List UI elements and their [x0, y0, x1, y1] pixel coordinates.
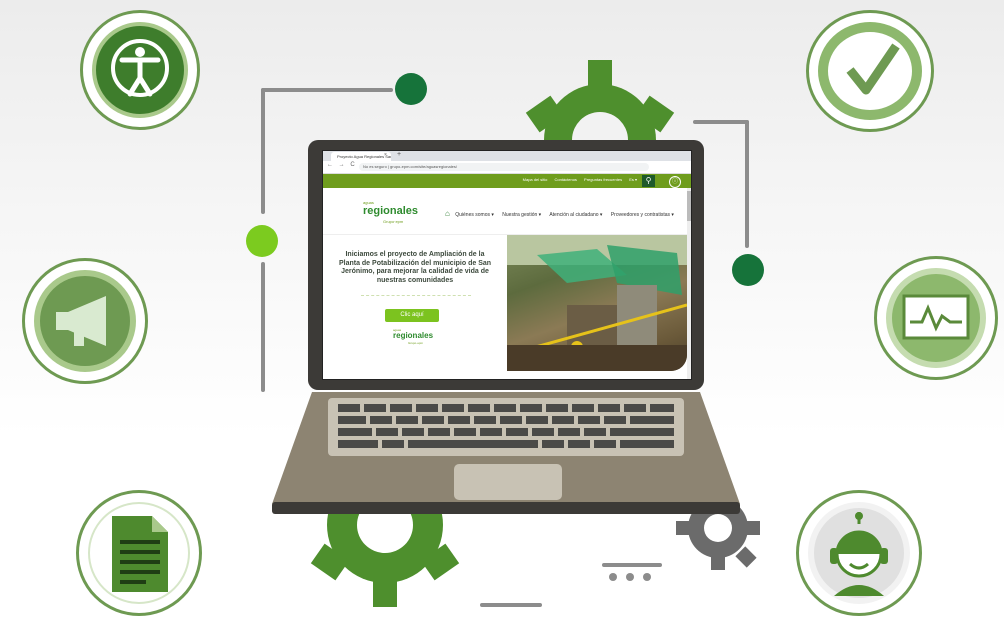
- menu-item-atencion-ciudadano[interactable]: Atención al ciudadano ▾: [549, 212, 602, 218]
- hero-logo-tagline: Grupo·epm: [408, 341, 424, 345]
- decor-dot: [732, 254, 764, 286]
- laptop-screen: Proyecto Agua Regionales San... × + ← → …: [322, 150, 692, 380]
- address-bar: ← → C No es seguro | grupo-epm.com/site/…: [323, 161, 691, 174]
- top-link[interactable]: Contáctenos: [554, 177, 576, 182]
- site-top-bar: Mapa del sitio Contáctenos Preguntas fre…: [323, 174, 691, 188]
- browser-tab[interactable]: Proyecto Agua Regionales San...: [331, 152, 391, 161]
- search-icon[interactable]: ⚲: [642, 175, 655, 187]
- decor-dot: [643, 573, 651, 581]
- accessibility-icon: [80, 10, 200, 130]
- connector-line: [261, 88, 393, 92]
- menu-item-quienes-somos[interactable]: Quiénes somos ▾: [455, 212, 494, 218]
- decor-dot: [246, 225, 278, 257]
- laptop-keyboard-base: [272, 392, 740, 514]
- hero-photo: [507, 235, 687, 371]
- main-menu: ⌂ Quiénes somos ▾ Nuestra gestión ▾ Aten…: [445, 209, 681, 218]
- site-header: aguas regionales Grupo·epm ⌂ Quiénes som…: [323, 188, 691, 235]
- browser-tab-bar: Proyecto Agua Regionales San... × +: [323, 151, 691, 161]
- menu-item-proveedores[interactable]: Proveedores y contratistas ▾: [611, 212, 674, 218]
- checkmark-icon: [806, 10, 934, 132]
- monitor-chart-icon: [874, 256, 998, 380]
- cta-button[interactable]: Clic aquí: [385, 309, 439, 322]
- connector-line: [745, 120, 749, 248]
- decor-dot: [395, 73, 427, 105]
- top-link[interactable]: Mapa del sitio: [523, 177, 548, 182]
- gear-icon: [310, 505, 460, 607]
- scrollbar-thumb[interactable]: [687, 191, 691, 221]
- home-icon[interactable]: ⌂: [445, 209, 450, 218]
- site-logo[interactable]: regionales: [363, 205, 418, 217]
- connector-line: [602, 563, 662, 567]
- document-icon: [76, 490, 202, 616]
- hero-panel: Iniciamos el proyecto de Ampliación de l…: [323, 235, 506, 379]
- new-tab-button[interactable]: +: [397, 151, 401, 158]
- nav-buttons[interactable]: ← → C: [327, 162, 357, 168]
- menu-item-nuestra-gestion[interactable]: Nuestra gestión ▾: [502, 212, 541, 218]
- accessibility-icon[interactable]: ⓘ: [669, 176, 681, 188]
- hero-title: Iniciamos el proyecto de Ampliación de l…: [338, 251, 492, 284]
- top-links: Mapa del sitio Contáctenos Preguntas fre…: [517, 177, 637, 182]
- logo-tagline: Grupo·epm: [383, 219, 404, 224]
- connector-line: [261, 88, 265, 214]
- connector-line: [480, 603, 542, 607]
- top-link[interactable]: Preguntas frecuentes: [584, 177, 622, 182]
- tab-close-icon[interactable]: ×: [384, 152, 387, 158]
- url-field[interactable]: No es seguro | grupo-epm.com/site/aguasr…: [359, 163, 649, 171]
- decor-dot: [609, 573, 617, 581]
- megaphone-icon: [22, 258, 148, 384]
- divider: [361, 295, 471, 296]
- connector-line: [693, 120, 749, 124]
- connector-line: [261, 262, 265, 392]
- hero-logo: regionales: [393, 331, 434, 340]
- language-select[interactable]: Es ▾: [629, 177, 637, 182]
- decor-dot: [626, 573, 634, 581]
- support-agent-icon: [796, 490, 922, 616]
